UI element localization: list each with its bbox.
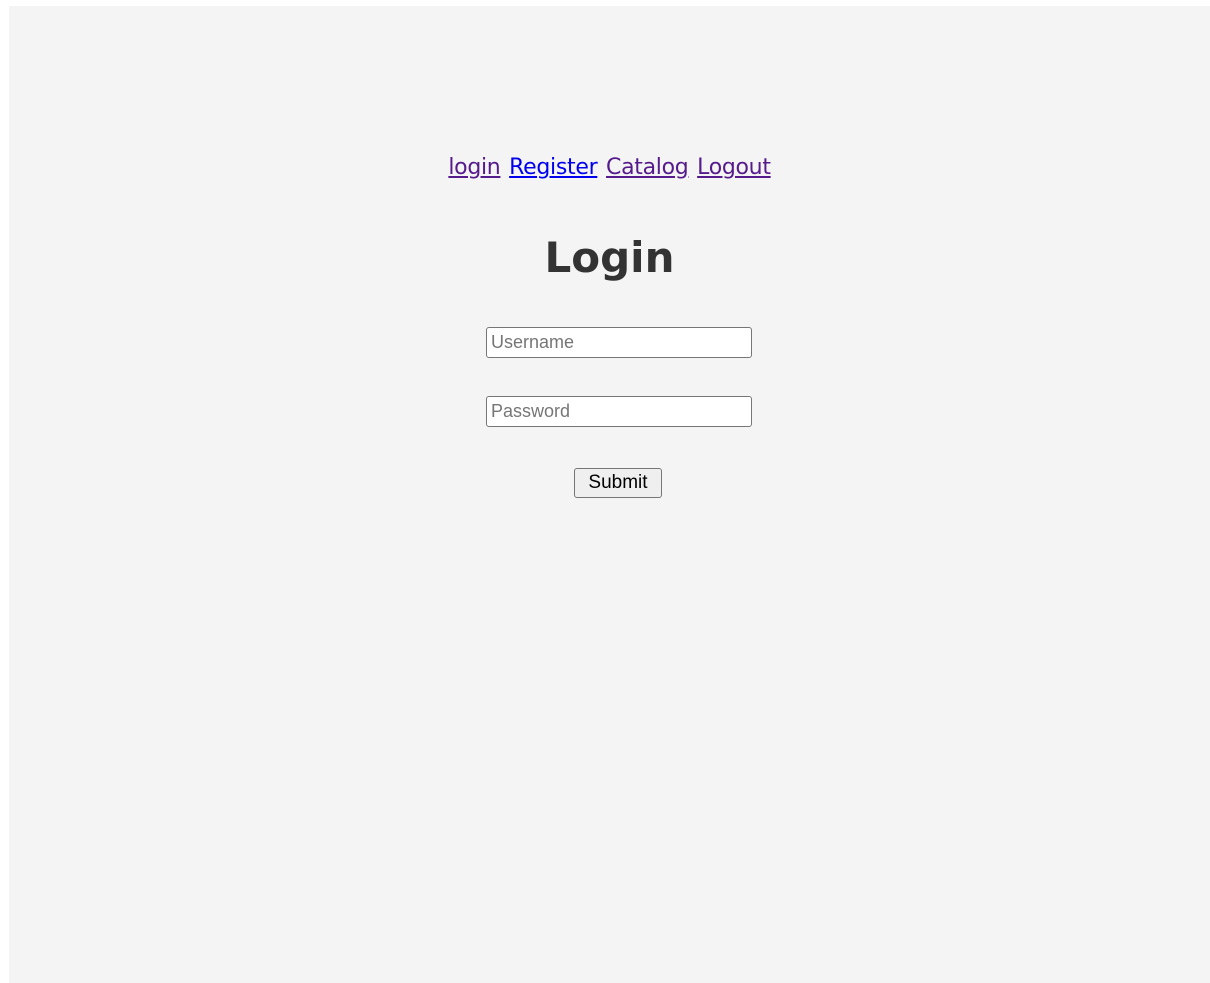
nav-link-catalog[interactable]: Catalog [606, 155, 689, 180]
top-nav: login Register Catalog Logout [9, 156, 1210, 180]
nav-link-login[interactable]: login [448, 155, 500, 180]
page-title: Login [544, 233, 675, 282]
password-input[interactable] [486, 396, 752, 427]
page-container: login Register Catalog Logout Login Subm… [9, 6, 1210, 983]
username-input[interactable] [486, 327, 752, 358]
submit-button[interactable]: Submit [574, 468, 662, 498]
nav-link-logout[interactable]: Logout [697, 155, 771, 180]
nav-link-register[interactable]: Register [509, 155, 597, 180]
